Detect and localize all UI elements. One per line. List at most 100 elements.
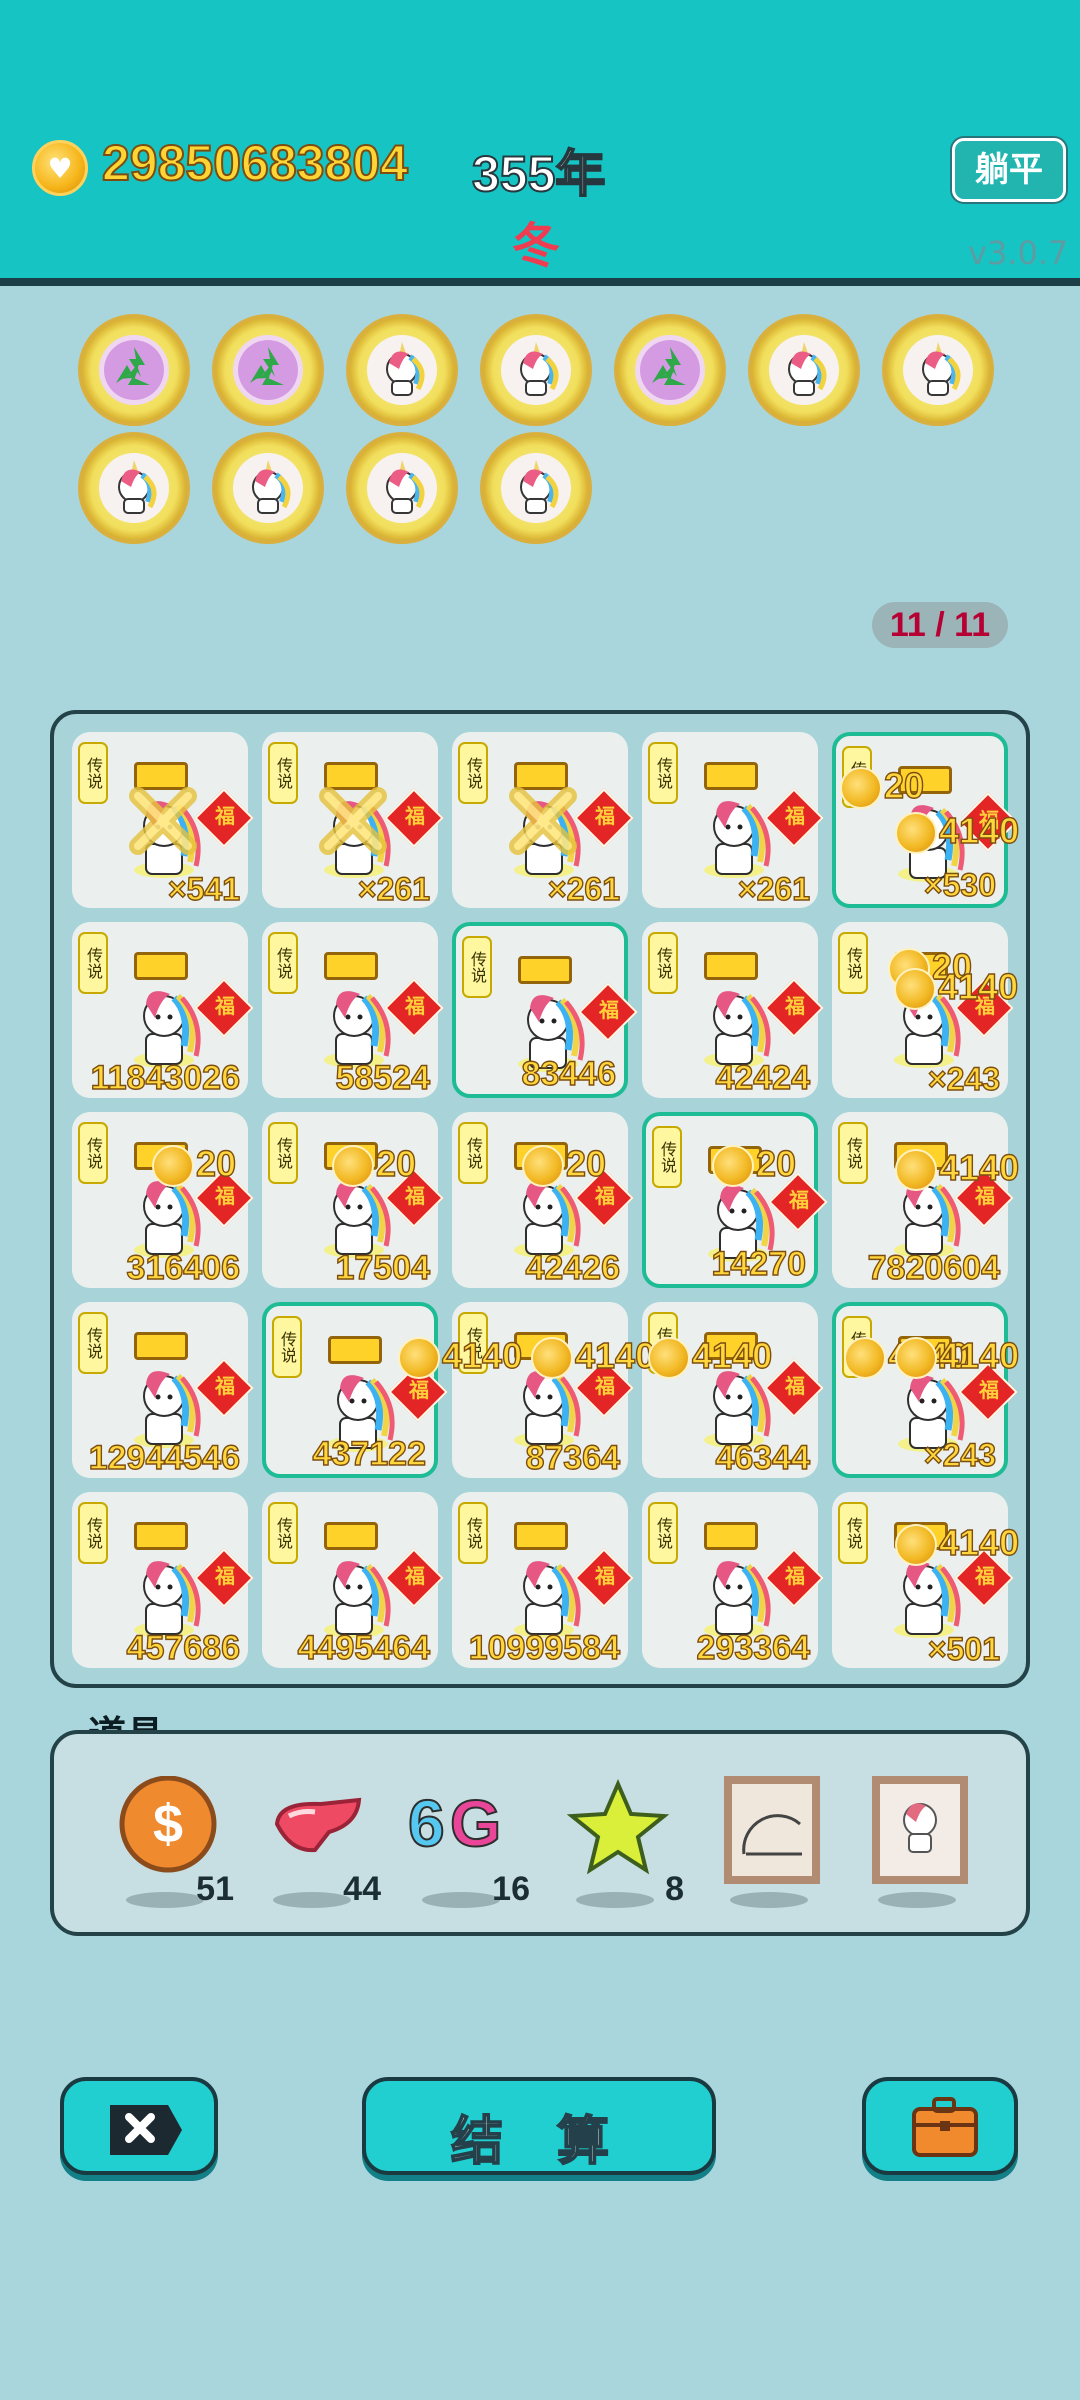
header-divider (0, 278, 1080, 286)
board-cell[interactable]: 传说 福 58524 (262, 922, 444, 1098)
prop-shadow (576, 1892, 654, 1908)
floating-score: 20 (332, 1142, 417, 1188)
fortune-text: 福 (599, 998, 619, 1022)
fortune-text: 福 (215, 994, 235, 1018)
floating-score: 4140 (398, 1334, 523, 1380)
star-prop[interactable]: 8 (562, 1776, 684, 1916)
token-progress: 11 / 11 (872, 602, 1008, 648)
board-cell[interactable]: 传说 福 11843026 (72, 922, 254, 1098)
cell-value: 83446 (521, 1054, 617, 1093)
unicorn-token (346, 432, 458, 544)
floating-score-value: 4140 (938, 809, 1020, 851)
recycle-token (212, 314, 324, 426)
cross-mark-icon (314, 782, 392, 860)
board-cell[interactable]: 传说 福 316406 (72, 1112, 254, 1288)
cell-value: ×530 (923, 866, 996, 903)
fortune-text: 福 (405, 804, 425, 828)
board-cell[interactable]: 传说 福 ×261 (452, 732, 634, 908)
board-cell[interactable]: 传说 福46344 (642, 1302, 824, 1478)
crown-icon (134, 952, 188, 980)
crown-icon (514, 1522, 568, 1550)
recycle-token (78, 314, 190, 426)
board-cell[interactable]: 传说 福 ×541 (72, 732, 254, 908)
close-button[interactable] (60, 2077, 218, 2175)
floating-score-value: 4140 (691, 1334, 773, 1376)
unicorn-token (882, 314, 994, 426)
cell-value: 4495464 (297, 1628, 431, 1667)
unicorn-icon (501, 453, 571, 523)
heart-coin-icon (895, 1524, 937, 1567)
token-bar (78, 314, 1018, 554)
legend-tag: 传说 (458, 742, 488, 804)
board-cell[interactable]: 传说 福 12944546 (72, 1302, 254, 1478)
floating-score: 4140 (895, 1146, 1020, 1192)
unicorn-icon (233, 453, 303, 523)
fortune-text: 福 (215, 1374, 235, 1398)
6g-prop[interactable]: 6 G 16 (407, 1776, 530, 1916)
legend-tag: 传说 (648, 1502, 678, 1564)
unicorn-token (346, 314, 458, 426)
heart-coin-icon (894, 968, 936, 1011)
board-cell[interactable]: 传说 福×243 (832, 1302, 1018, 1478)
floating-score-value: 4140 (938, 1146, 1020, 1188)
crown-icon (704, 952, 758, 980)
prop-shadow (273, 1892, 351, 1908)
board-cell[interactable]: 传说 福 10999584 (452, 1492, 634, 1668)
board-cell[interactable]: 传说 福 7820604 (832, 1112, 1014, 1288)
legend-tag: 传说 (78, 1122, 108, 1184)
cell-value: 11843026 (90, 1058, 241, 1097)
floating-score-value: 20 (195, 1142, 237, 1184)
floating-score-value: 4140 (574, 1334, 656, 1376)
fortune-text: 福 (785, 1374, 805, 1398)
recycle-token (614, 314, 726, 426)
props-panel: $ 51 44 6 G 16 8 (50, 1730, 1030, 1936)
crown-icon (328, 1336, 382, 1364)
board-cell[interactable]: 传说 福 4495464 (262, 1492, 444, 1668)
frame-chart-prop[interactable] (716, 1776, 828, 1916)
lie-flat-button[interactable]: 躺平 (952, 138, 1066, 202)
prop-count: 44 (343, 1870, 381, 1908)
legend-tag: 传说 (268, 742, 298, 804)
cell-value: 14270 (711, 1244, 807, 1283)
board-cell[interactable]: 传说 福 42424 (642, 922, 824, 1098)
fortune-text: 福 (405, 994, 425, 1018)
heart-coin-icon (712, 1145, 754, 1188)
crown-icon (518, 956, 572, 984)
prop-shadow (730, 1892, 808, 1908)
fortune-text: 福 (789, 1188, 809, 1212)
fortune-text: 福 (595, 1564, 615, 1588)
version-label: v3.0.7 (968, 234, 1069, 272)
frame-unicorn-prop[interactable] (864, 1776, 976, 1916)
heart-coin-icon (648, 1337, 690, 1380)
prop-count: 16 (492, 1870, 530, 1908)
board-cell[interactable]: 传说 福 87364 (452, 1302, 634, 1478)
heart-coin-icon (398, 1337, 440, 1380)
cell-value: 42424 (715, 1058, 811, 1097)
board-cell[interactable]: 传说 福 14270 (642, 1112, 828, 1288)
bag-button[interactable] (862, 2077, 1018, 2175)
coin-prop[interactable]: $ 51 (112, 1775, 234, 1916)
legend-tag: 传说 (268, 1502, 298, 1564)
board-cell[interactable]: 传说 福 42426 (452, 1112, 634, 1288)
liver-prop[interactable]: 44 (259, 1776, 381, 1916)
settle-button[interactable]: 结 算 (362, 2077, 716, 2175)
board-cell[interactable]: 传说 福 ×261 (262, 732, 444, 908)
floating-score: 4140 (648, 1334, 773, 1380)
legend-tag: 传说 (838, 1122, 868, 1184)
board-cell[interactable]: 传说 福 293364 (642, 1492, 824, 1668)
board-cell[interactable]: 传说 福 17504 (262, 1112, 444, 1288)
board-cell[interactable]: 传说 福 ×261 (642, 732, 824, 908)
cell-value: ×261 (737, 870, 810, 907)
legend-tag: 传说 (838, 932, 868, 994)
legend-tag: 传说 (838, 1502, 868, 1564)
cell-value: 17504 (335, 1248, 431, 1287)
board-cell[interactable]: 传说 福 457686 (72, 1492, 254, 1668)
recycle-icon (99, 335, 169, 405)
board-cell[interactable]: 传说 福 437122 (262, 1302, 448, 1478)
board-cell[interactable]: 传说 福 83446 (452, 922, 638, 1098)
board-cell[interactable]: 传说 福 ×501 (832, 1492, 1014, 1668)
unicorn-icon (120, 1360, 208, 1450)
floating-score-value: 20 (883, 764, 925, 806)
crown-icon (134, 1332, 188, 1360)
crown-icon (324, 952, 378, 980)
